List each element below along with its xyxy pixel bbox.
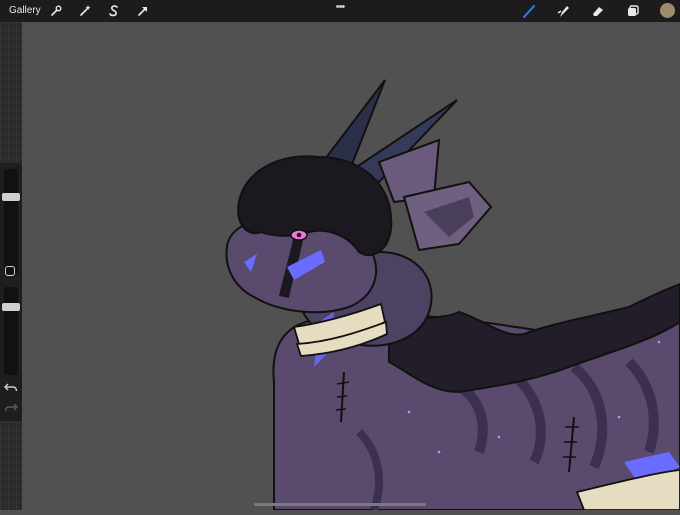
smudge-icon[interactable] bbox=[555, 3, 571, 19]
opacity-slider[interactable] bbox=[4, 287, 18, 375]
brush-icon[interactable] bbox=[521, 3, 537, 19]
home-indicator bbox=[254, 503, 426, 506]
transform-arrow-icon[interactable] bbox=[135, 3, 151, 19]
brush-size-thumb[interactable] bbox=[2, 193, 20, 202]
brush-size-slider[interactable] bbox=[4, 169, 18, 274]
magic-wand-icon[interactable] bbox=[77, 3, 93, 19]
layers-icon[interactable] bbox=[625, 3, 641, 19]
top-toolbar: Gallery ••• bbox=[0, 0, 680, 22]
dragon-illustration bbox=[225, 79, 680, 512]
modifier-button[interactable] bbox=[5, 266, 15, 276]
redo-icon[interactable] bbox=[3, 401, 19, 415]
wrench-icon[interactable] bbox=[48, 3, 64, 19]
undo-icon[interactable] bbox=[3, 381, 19, 395]
brush-controls-panel bbox=[0, 163, 22, 421]
more-options-button[interactable]: ••• bbox=[330, 1, 350, 15]
opacity-thumb[interactable] bbox=[2, 303, 20, 311]
drawing-canvas[interactable] bbox=[29, 22, 680, 512]
gallery-button[interactable]: Gallery bbox=[9, 4, 41, 18]
selection-icon[interactable] bbox=[106, 3, 122, 19]
color-picker-swatch[interactable] bbox=[660, 3, 675, 18]
eraser-icon[interactable] bbox=[590, 3, 606, 19]
